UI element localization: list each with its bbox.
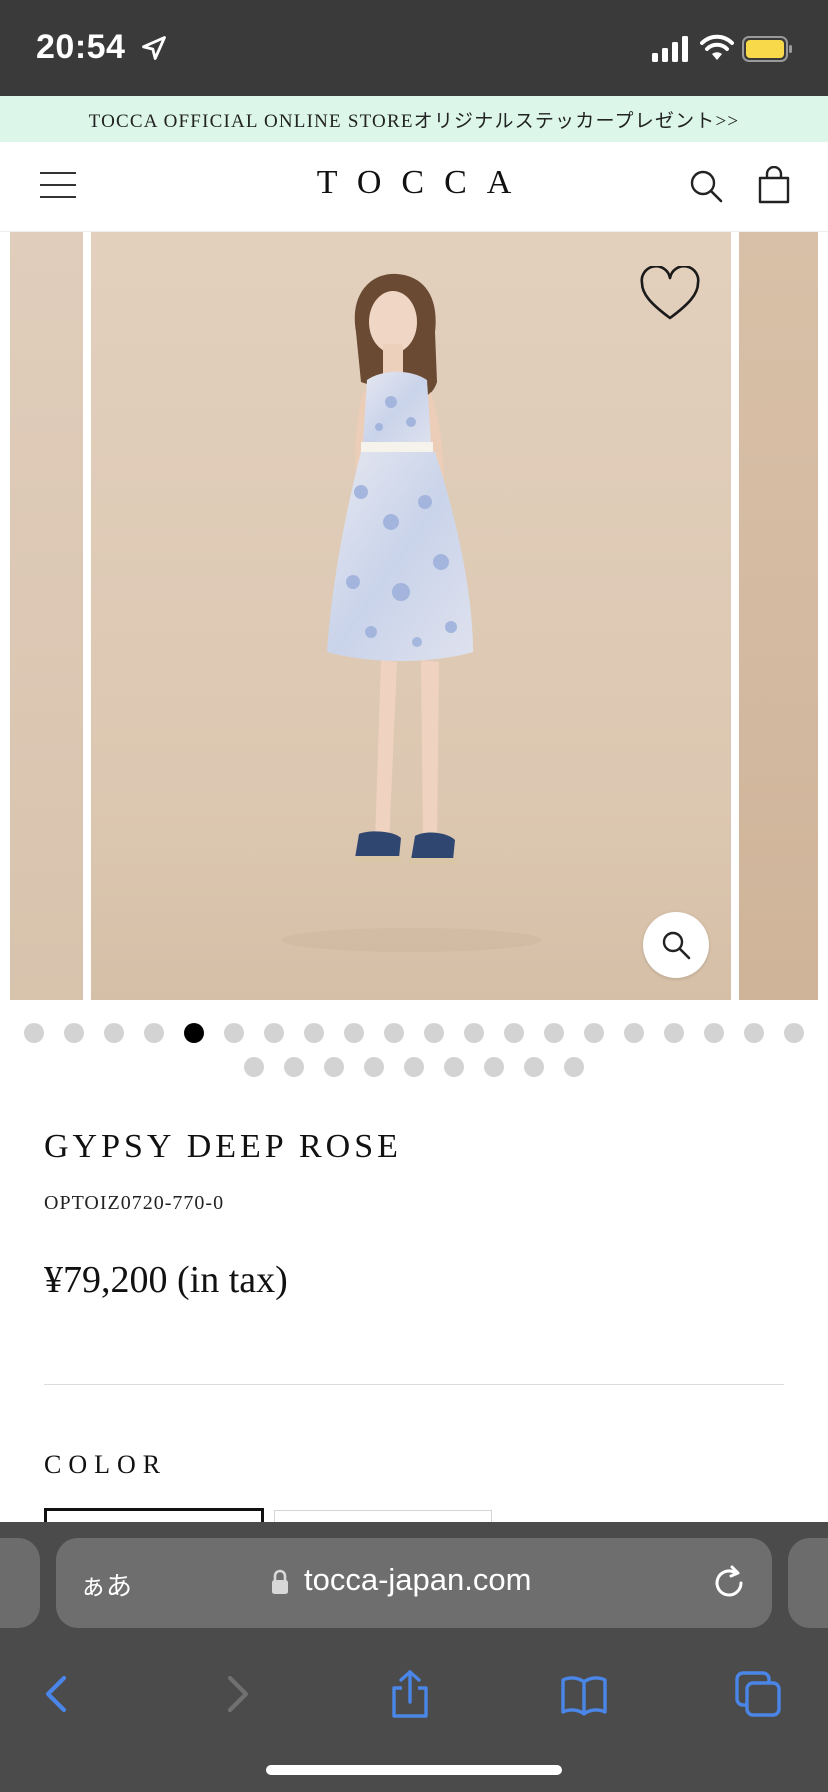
promo-banner[interactable]: TOCCA OFFICIAL ONLINE STOREオリジナルステッカープレゼ… — [0, 96, 828, 142]
pagination-dot[interactable] — [364, 1057, 384, 1077]
color-section-label: COLOR — [44, 1450, 168, 1479]
product-price: ¥79,200 (in tax) — [44, 1259, 288, 1301]
pagination-dot[interactable] — [64, 1023, 84, 1043]
product-name: GYPSY DEEP ROSE — [44, 1128, 402, 1165]
pagination-dot[interactable] — [464, 1023, 484, 1043]
site-header: TOCCA — [0, 142, 828, 232]
shopping-bag-icon[interactable] — [756, 166, 792, 204]
pagination-dot[interactable] — [324, 1057, 344, 1077]
pagination-dot[interactable] — [704, 1023, 724, 1043]
tabs-icon[interactable] — [734, 1670, 782, 1718]
lock-icon — [272, 1569, 288, 1594]
page-settings-button[interactable]: ぁあ — [80, 1566, 132, 1603]
zoom-button[interactable] — [643, 912, 709, 978]
bookmarks-icon[interactable] — [560, 1670, 608, 1718]
next-product-image[interactable] — [739, 232, 818, 1000]
pagination-dot[interactable] — [484, 1057, 504, 1077]
status-bar: 20:54 — [0, 0, 828, 96]
home-indicator — [266, 1765, 562, 1775]
pagination-dot[interactable] — [264, 1023, 284, 1043]
pagination-dot[interactable] — [624, 1023, 644, 1043]
search-icon[interactable] — [688, 168, 724, 204]
pagination-dot[interactable] — [584, 1023, 604, 1043]
pagination-dot[interactable] — [524, 1057, 544, 1077]
previous-tab-preview[interactable] — [0, 1538, 40, 1628]
location-arrow-icon — [142, 36, 166, 60]
pagination-dot[interactable] — [444, 1057, 464, 1077]
product-photo — [281, 273, 541, 952]
status-time: 20:54 — [36, 28, 126, 66]
pagination-dot[interactable] — [284, 1057, 304, 1077]
pagination-dot[interactable] — [784, 1023, 804, 1043]
section-divider — [44, 1384, 784, 1385]
url-text[interactable]: tocca-japan.com — [304, 1562, 531, 1598]
promo-banner-text[interactable]: TOCCA OFFICIAL ONLINE STOREオリジナルステッカープレゼ… — [89, 106, 740, 133]
heart-outline-icon[interactable] — [639, 266, 701, 322]
pagination-dot[interactable] — [304, 1023, 324, 1043]
browser-nav-row — [0, 1652, 828, 1732]
back-icon[interactable] — [34, 1670, 82, 1718]
pagination-dot[interactable] — [24, 1023, 44, 1043]
battery-icon — [742, 36, 792, 62]
zoom-magnifier-icon — [662, 931, 691, 960]
cellular-signal-icon — [652, 36, 688, 62]
forward-icon[interactable] — [212, 1670, 260, 1718]
pagination-dot[interactable] — [104, 1023, 124, 1043]
wifi-icon — [700, 34, 734, 60]
pagination-dot[interactable] — [404, 1057, 424, 1077]
product-code: OPTOIZ0720-770-0 — [44, 1192, 225, 1214]
address-bar[interactable]: ぁあ tocca-japan.com — [56, 1538, 772, 1628]
pagination-row — [24, 1023, 814, 1045]
pagination-dot[interactable] — [244, 1057, 264, 1077]
pagination-dot[interactable] — [664, 1023, 684, 1043]
product-image-carousel[interactable] — [0, 232, 828, 1000]
pagination-dot[interactable] — [144, 1023, 164, 1043]
browser-toolbar: ぁあ tocca-japan.com — [0, 1522, 828, 1792]
next-tab-preview[interactable] — [788, 1538, 828, 1628]
previous-product-image[interactable] — [10, 232, 83, 1000]
pagination-dot[interactable] — [564, 1057, 584, 1077]
pagination-dot[interactable] — [384, 1023, 404, 1043]
reload-icon[interactable] — [710, 1564, 748, 1602]
share-icon[interactable] — [386, 1670, 434, 1718]
pagination-dot[interactable] — [344, 1023, 364, 1043]
main-product-image[interactable] — [91, 232, 731, 1000]
pagination-dot[interactable] — [184, 1023, 204, 1043]
pagination-dot[interactable] — [744, 1023, 764, 1043]
pagination-dot[interactable] — [544, 1023, 564, 1043]
pagination-dot[interactable] — [504, 1023, 524, 1043]
pagination-row — [244, 1057, 584, 1079]
pagination-dot[interactable] — [424, 1023, 444, 1043]
pagination-dot[interactable] — [224, 1023, 244, 1043]
